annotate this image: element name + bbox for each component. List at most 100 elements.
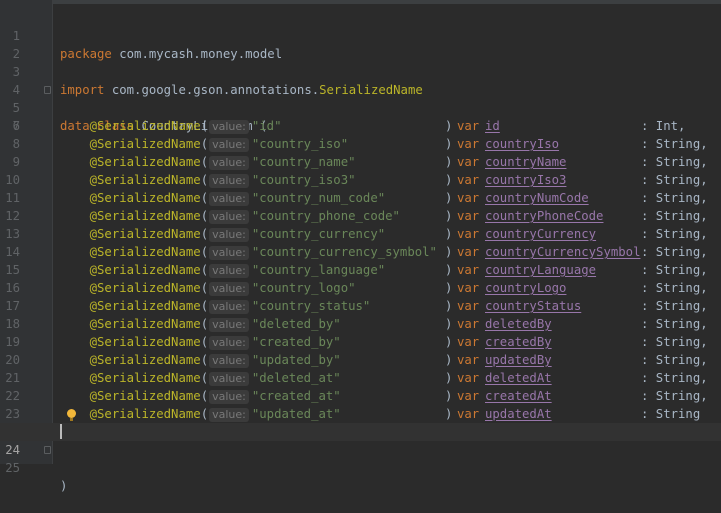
annotation-name: @SerializedName xyxy=(89,335,201,349)
json-key-string: "country_status" xyxy=(251,299,371,313)
annotation-close-paren: ) xyxy=(445,119,453,133)
property-name[interactable]: countryIso xyxy=(485,135,559,153)
code-line[interactable]: 5 data class CountryListItem ( xyxy=(0,81,721,133)
fold-marker-icon[interactable] xyxy=(44,446,51,454)
parameter-hint: value: xyxy=(209,408,249,422)
var-keyword: var xyxy=(457,299,480,313)
var-keyword: var xyxy=(457,245,480,259)
var-keyword: var xyxy=(457,263,480,277)
property-type: : String, xyxy=(641,209,708,223)
field-line[interactable]: 19 @SerializedName(value: "created_by") va… xyxy=(0,333,721,351)
property-name[interactable]: deletedAt xyxy=(485,369,552,387)
editor-tab-strip[interactable] xyxy=(0,0,721,4)
fold-marker-icon[interactable] xyxy=(44,86,51,94)
code-line[interactable]: 6 xyxy=(0,99,721,133)
field-line[interactable]: 23 @SerializedName(value: "updated_at") va… xyxy=(0,405,721,423)
property-name[interactable]: countryNumCode xyxy=(485,189,589,207)
annotation-close-paren: ) xyxy=(445,281,453,295)
var-keyword: var xyxy=(457,227,480,241)
property-name[interactable]: countryName xyxy=(485,153,566,171)
field-line[interactable]: 14 @SerializedName(value: "country_curren… xyxy=(0,243,721,261)
var-keyword: var xyxy=(457,389,480,403)
property-name[interactable]: updatedBy xyxy=(485,351,552,369)
property-type: : String, xyxy=(641,335,708,349)
parameter-hint: value: xyxy=(209,156,249,170)
property-name[interactable]: countryPhoneCode xyxy=(485,207,603,225)
annotation-close-paren: ) xyxy=(445,173,453,187)
parameter-hint: value: xyxy=(209,192,249,206)
parameter-hint: value: xyxy=(209,246,249,260)
annotation-name: @SerializedName xyxy=(89,227,201,241)
annotation-close-paren: ) xyxy=(445,353,453,367)
property-name[interactable]: deletedBy xyxy=(485,315,552,333)
property-name[interactable]: countryIso3 xyxy=(485,171,566,189)
annotation-close-paren: ) xyxy=(445,407,453,421)
property-name[interactable]: countryCurrencySymbol xyxy=(485,243,640,261)
json-key-string: "updated_by" xyxy=(251,353,341,367)
annotation-close-paren: ) xyxy=(445,155,453,169)
property-name[interactable]: id xyxy=(485,117,500,135)
property-name[interactable]: createdBy xyxy=(485,333,552,351)
line-number: 16 xyxy=(5,281,20,295)
code-line[interactable]: 4 xyxy=(0,63,721,97)
var-keyword: var xyxy=(457,335,480,349)
line-number: 18 xyxy=(5,317,20,331)
intention-bulb-icon[interactable] xyxy=(67,409,76,421)
json-key-string: "country_currency" xyxy=(251,227,386,241)
json-key-string: "country_name" xyxy=(251,155,356,169)
annotation-name: @SerializedName xyxy=(89,245,201,259)
line-number: 13 xyxy=(5,227,20,241)
code-line[interactable]: 25 ) xyxy=(0,441,721,493)
annotation-name: @SerializedName xyxy=(89,317,201,331)
property-type: : String, xyxy=(641,317,708,331)
annotation-name: @SerializedName xyxy=(89,137,201,151)
annotation-name: @SerializedName xyxy=(89,191,201,205)
field-line[interactable]: 18 @SerializedName(value: "deleted_by") va… xyxy=(0,315,721,333)
field-line[interactable]: 17 @SerializedName(value: "country_status… xyxy=(0,297,721,315)
field-line[interactable]: 12 @SerializedName(value: "country_phone_… xyxy=(0,207,721,225)
var-keyword: var xyxy=(457,191,480,205)
property-name[interactable]: createdAt xyxy=(485,387,552,405)
var-keyword: var xyxy=(457,407,480,421)
field-line[interactable]: 21 @SerializedName(value: "deleted_at") va… xyxy=(0,369,721,387)
annotation-close-paren: ) xyxy=(445,389,453,403)
field-line[interactable]: 8 @SerializedName(value: "country_iso") va… xyxy=(0,135,721,153)
property-name[interactable]: countryStatus xyxy=(485,297,581,315)
property-name[interactable]: countryLogo xyxy=(485,279,566,297)
annotation-close-paren: ) xyxy=(445,263,453,277)
field-line[interactable]: 20 @SerializedName(value: "updated_by") va… xyxy=(0,351,721,369)
field-line[interactable]: 13 @SerializedName(value: "country_curren… xyxy=(0,225,721,243)
parameter-hint: value: xyxy=(209,120,249,134)
annotation-close-paren: ) xyxy=(445,227,453,241)
code-line-current[interactable]: 24 xyxy=(0,423,721,457)
json-key-string: "updated_at" xyxy=(251,407,341,421)
property-name[interactable]: countryLanguage xyxy=(485,261,596,279)
annotation-name: @SerializedName xyxy=(89,281,201,295)
json-key-string: "country_logo" xyxy=(251,281,356,295)
annotation-name: @SerializedName xyxy=(89,389,201,403)
code-line[interactable]: 2 xyxy=(0,27,721,61)
field-line[interactable]: 10 @SerializedName(value: "country_iso3")… xyxy=(0,171,721,189)
field-line[interactable]: 11 @SerializedName(value: "country_num_co… xyxy=(0,189,721,207)
annotation-close-paren: ) xyxy=(445,299,453,313)
annotation-name: @SerializedName xyxy=(89,299,201,313)
json-key-string: "country_language" xyxy=(251,263,386,277)
field-line[interactable]: 16 @SerializedName(value: "country_logo")… xyxy=(0,279,721,297)
field-line[interactable]: 22 @SerializedName(value: "created_at") va… xyxy=(0,387,721,405)
annotation-name: @SerializedName xyxy=(89,353,201,367)
annotation-close-paren: ) xyxy=(445,371,453,385)
line-number: 20 xyxy=(5,353,20,367)
property-name[interactable]: updatedAt xyxy=(485,405,552,423)
property-name[interactable]: countryCurrency xyxy=(485,225,596,243)
field-line[interactable]: 7 @SerializedName(value: "id") var id: Int, xyxy=(0,117,721,135)
parameter-hint: value: xyxy=(209,138,249,152)
parameter-hint: value: xyxy=(209,336,249,350)
code-line[interactable]: 1 package com.mycash.money.model xyxy=(0,9,721,61)
line-number: 11 xyxy=(5,191,20,205)
code-line[interactable]: 3 import com.google.gson.annotations.Ser… xyxy=(0,45,721,97)
property-type: : String, xyxy=(641,299,708,313)
field-line[interactable]: 9 @SerializedName(value: "country_name") v… xyxy=(0,153,721,171)
property-type: : String, xyxy=(641,137,708,151)
field-line[interactable]: 15 @SerializedName(value: "country_langua… xyxy=(0,261,721,279)
var-keyword: var xyxy=(457,371,480,385)
